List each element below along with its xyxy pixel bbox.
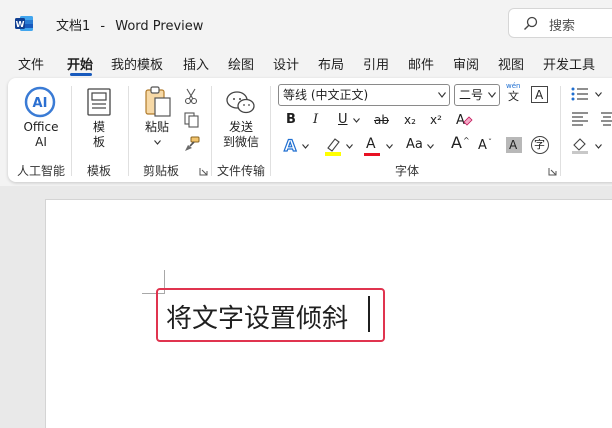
cut-icon[interactable] (184, 88, 198, 104)
chevron-down-icon (488, 92, 496, 98)
tab-review[interactable]: 审阅 (453, 54, 479, 73)
send-to-wechat-line1: 发送 (228, 120, 253, 134)
svg-text:A: A (456, 113, 465, 128)
bullets-icon[interactable] (571, 86, 589, 102)
character-shading-button[interactable]: A (506, 137, 522, 153)
clipboard-launcher-icon[interactable] (199, 167, 208, 176)
format-painter-icon[interactable] (184, 136, 200, 152)
word-logo-icon: W (15, 16, 33, 31)
send-to-wechat-line2: 到微信 (222, 135, 259, 149)
wechat-icon (226, 91, 255, 114)
svg-text:AI: AI (33, 96, 48, 111)
shrink-font-arrow-icon: ˇ (488, 138, 492, 147)
title-separator: - (100, 19, 106, 34)
group-label-clipboard: 剪贴板 (143, 164, 180, 178)
ribbon-separator (128, 86, 129, 176)
group-label-font: 字体 (395, 164, 420, 178)
character-border-letter: A (535, 88, 544, 102)
document-name: 文档1 (56, 19, 91, 34)
change-case-dropdown-icon[interactable] (427, 144, 434, 149)
subscript-button[interactable]: x₂ (404, 111, 416, 129)
copy-icon[interactable] (184, 112, 200, 128)
shading-dropdown-icon[interactable] (595, 144, 602, 149)
phonetic-guide-bottom: 文 (508, 90, 519, 103)
underline-button[interactable]: U (338, 111, 348, 129)
tab-view[interactable]: 视图 (498, 54, 524, 73)
font-name-select[interactable]: 等线 (中文正文) (278, 84, 450, 106)
template-label-line1: 模 (92, 120, 105, 134)
font-name-value: 等线 (中文正文) (283, 88, 369, 102)
tab-references[interactable]: 引用 (363, 54, 389, 73)
strikethrough-button[interactable]: ab (374, 111, 389, 129)
tab-design[interactable]: 设计 (273, 54, 299, 73)
tab-home[interactable]: 开始 (67, 54, 93, 73)
menu-tabs: 文件 开始 我的模板 插入 绘图 设计 布局 引用 邮件 审阅 视图 开发工具 (0, 50, 612, 76)
search-placeholder: 搜索 (549, 19, 576, 34)
ribbon: AI Office AI 人工智能 模 板 模板 粘贴 剪贴板 发送 到微信 文… (8, 78, 612, 182)
highlighter-icon[interactable] (324, 136, 342, 156)
window-title: 文档1 - Word Preview (56, 15, 203, 34)
font-size-value: 二号 (459, 88, 484, 102)
change-case-button[interactable]: Aa (406, 136, 423, 154)
highlight-annotation-box (156, 288, 385, 342)
search-box[interactable]: 搜索 (508, 8, 612, 38)
tab-insert[interactable]: 插入 (183, 54, 209, 73)
office-ai-label-line1: Office (23, 120, 59, 134)
ribbon-separator (270, 86, 271, 176)
title-bar: W 文档1 - Word Preview 搜索 (0, 0, 612, 46)
shrink-font-letter: A (478, 138, 487, 153)
text-effects-dropdown-icon[interactable] (302, 144, 309, 149)
underline-dropdown-icon[interactable] (353, 118, 360, 123)
superscript-button[interactable]: x² (430, 111, 442, 129)
text-effects-icon[interactable]: A (282, 136, 300, 154)
svg-text:W: W (16, 20, 25, 29)
svg-text:A: A (284, 136, 297, 154)
grow-font-letter: A (451, 133, 462, 152)
phonetic-guide-top: wén (506, 82, 521, 90)
tab-layout[interactable]: 布局 (318, 54, 344, 73)
tab-developer[interactable]: 开发工具 (543, 54, 595, 73)
search-icon (524, 16, 538, 30)
office-ai-icon: AI (24, 86, 56, 118)
align-left-icon[interactable] (572, 112, 588, 126)
character-border-button[interactable]: A (531, 86, 548, 103)
app-name: Word Preview (115, 19, 204, 34)
align-center-icon[interactable] (601, 112, 612, 126)
paste-dropdown-icon (154, 140, 161, 145)
italic-button[interactable]: I (313, 111, 318, 129)
group-label-ai: 人工智能 (17, 164, 66, 178)
group-label-file-transfer: 文件传输 (217, 164, 266, 178)
tab-file[interactable]: 文件 (18, 54, 44, 73)
ribbon-separator (71, 86, 72, 176)
enclose-characters-letter: 字 (534, 138, 545, 151)
bold-button[interactable]: B (286, 111, 296, 129)
office-ai-label-line2: AI (35, 135, 47, 149)
font-color-bar (364, 153, 380, 156)
template-icon (87, 88, 111, 116)
ribbon-separator (560, 86, 561, 176)
paste-icon (145, 86, 171, 117)
group-label-template: 模板 (87, 164, 112, 178)
ribbon-separator (211, 86, 212, 176)
character-shading-letter: A (509, 138, 518, 152)
tab-my-templates[interactable]: 我的模板 (111, 54, 163, 73)
clear-formatting-icon[interactable]: A (455, 111, 473, 129)
chevron-down-icon (438, 92, 446, 98)
bullets-dropdown-icon[interactable] (595, 92, 602, 97)
template-label-line2: 板 (92, 135, 105, 149)
enclose-characters-button[interactable]: 字 (531, 136, 549, 154)
font-launcher-icon[interactable] (548, 167, 557, 176)
highlighter-dropdown-icon[interactable] (346, 144, 353, 149)
tab-mailings[interactable]: 邮件 (408, 54, 434, 73)
font-size-select[interactable]: 二号 (454, 84, 500, 106)
tab-draw[interactable]: 绘图 (228, 54, 254, 73)
paste-label: 粘贴 (144, 120, 169, 134)
font-color-dropdown-icon[interactable] (386, 144, 393, 149)
font-color-letter: A (366, 136, 376, 152)
active-tab-indicator (70, 73, 92, 76)
grow-font-arrow-icon: ^ (463, 136, 470, 145)
shading-icon[interactable] (571, 136, 589, 154)
